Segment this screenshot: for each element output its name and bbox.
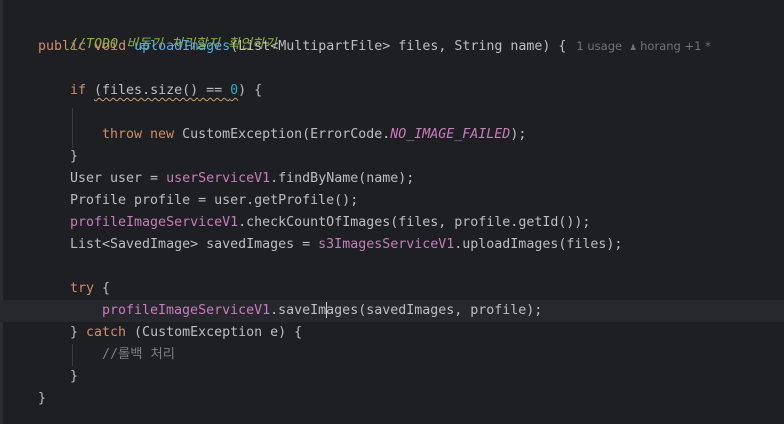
code-line-rollback-comment[interactable]: //롤백 처리 [102,344,175,366]
rollback-comment: //롤백 처리 [102,347,175,362]
usage-hint[interactable]: 1 usage [576,39,622,53]
statement-end: ); [510,127,527,142]
code-line-get-profile[interactable]: Profile profile = user.getProfile(); [70,190,358,212]
code-line-close-method[interactable]: } [38,388,46,410]
field-s3-images-service: s3ImagesServiceV1 [318,237,455,252]
code-editor[interactable]: //TODO 비동기 처리할지 확인하기 public void uploadI… [0,0,784,424]
code-line-upload-images[interactable]: List<SavedImage> savedImages = s3ImagesS… [70,234,622,256]
code-line-check-count[interactable]: profileImageServiceV1.checkCountOfImages… [70,212,590,234]
keyword-catch: catch [86,325,127,340]
method-name[interactable]: uploadImages [134,39,230,54]
code-line-try[interactable]: try { [70,278,110,300]
keyword-try: try [70,281,95,296]
number-zero: 0 [230,83,239,98]
code-line-todo[interactable]: //TODO 비동기 처리할지 확인하기 [38,12,277,52]
code-line-close-catch[interactable]: } [70,366,78,388]
error-code-constant: NO_IMAGE_FAILED [390,127,511,142]
indent-guide [72,108,73,148]
field-profile-image-service: profileImageServiceV1 [70,215,239,230]
code-line-find-user[interactable]: User user = userServiceV1.findByName(nam… [70,168,414,190]
keyword-throw: throw [102,127,143,142]
keyword-void: void [94,39,127,54]
author-hint[interactable]: horang +1 * [640,39,711,53]
closing-brace: } [38,391,47,406]
closing-brace: } [70,369,79,384]
if-close: ) { [238,83,263,98]
exception-ctor: CustomException(ErrorCode. [174,127,391,142]
gutter-edge [0,0,3,424]
closing-brace: } [70,149,79,164]
field-user-service: userServiceV1 [166,171,271,186]
code-line-save-images[interactable]: profileImageServiceV1.saveImages(savedIm… [102,300,542,322]
indent-guide [72,344,73,366]
keyword-public: public [38,39,87,54]
code-line-method-signature[interactable]: public void uploadImages(List<MultipartF… [38,35,711,57]
person-icon: ♟ [630,42,637,53]
keyword-if: if [70,83,87,98]
code-line-catch[interactable]: } catch (CustomException e) { [70,322,302,344]
keyword-new: new [150,127,175,142]
code-line-close-if[interactable]: } [70,146,78,168]
code-line-throw[interactable]: throw new CustomException(ErrorCode.NO_I… [102,124,526,146]
code-line-if[interactable]: if (files.size() == 0) { [70,80,262,102]
files-size-call: (files.size() == 0 [94,83,239,98]
field-profile-image-service: profileImageServiceV1 [102,303,271,318]
method-params: (List<MultipartFile> files, String name)… [230,39,567,54]
